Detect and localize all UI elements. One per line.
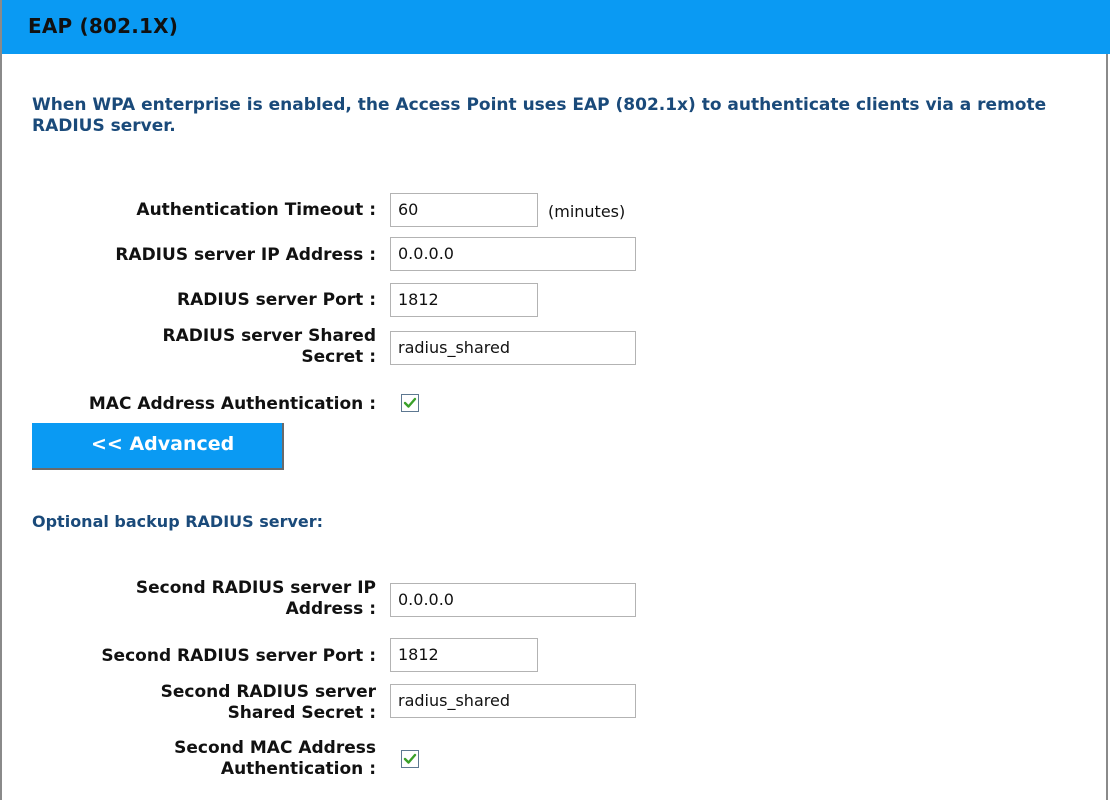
eap-panel: EAP (802.1X) When WPA enterprise is enab… bbox=[0, 0, 1110, 800]
auth-timeout-label: Authentication Timeout : bbox=[136, 200, 376, 220]
second-mac-auth-label-wrap: Second MAC Address Authentication : bbox=[2, 738, 376, 782]
second-radius-port-label-wrap: Second RADIUS server Port : bbox=[2, 644, 376, 668]
mac-auth-checkbox[interactable] bbox=[401, 394, 419, 412]
radius-port-label-wrap: RADIUS server Port : bbox=[2, 288, 376, 312]
second-radius-ip-input[interactable]: 0.0.0.0 bbox=[390, 583, 636, 617]
second-radius-secret-label-wrap: Second RADIUS server Shared Secret : bbox=[2, 682, 376, 726]
radius-secret-input[interactable]: radius_shared bbox=[390, 331, 636, 365]
advanced-button[interactable]: << Advanced bbox=[32, 423, 284, 470]
second-radius-ip-label-wrap: Second RADIUS server IP Address : bbox=[2, 578, 376, 622]
radius-secret-label-wrap: RADIUS server Shared Secret : bbox=[2, 326, 377, 370]
second-radius-secret-label-line2: Shared Secret : bbox=[227, 703, 376, 723]
auth-timeout-label-wrap: Authentication Timeout : bbox=[2, 198, 376, 222]
radius-port-label: RADIUS server Port : bbox=[177, 290, 376, 310]
check-icon bbox=[403, 397, 417, 408]
second-radius-port-label: Second RADIUS server Port : bbox=[101, 646, 376, 666]
second-mac-auth-label-line1: Second MAC Address bbox=[174, 738, 376, 758]
section-title: EAP (802.1X) bbox=[28, 14, 179, 38]
second-radius-secret-input[interactable]: radius_shared bbox=[390, 684, 636, 718]
second-radius-port-input[interactable]: 1812 bbox=[390, 638, 538, 672]
mac-auth-label-wrap: MAC Address Authentication : bbox=[2, 392, 376, 416]
second-radius-secret-label-line1: Second RADIUS server bbox=[160, 682, 376, 702]
advanced-button-label: << Advanced bbox=[91, 433, 235, 455]
check-icon bbox=[403, 753, 417, 764]
auth-timeout-unit: (minutes) bbox=[548, 202, 626, 221]
radius-secret-label-line1: RADIUS server Shared bbox=[162, 326, 377, 346]
radius-ip-input[interactable]: 0.0.0.0 bbox=[390, 237, 636, 271]
backup-section-title: Optional backup RADIUS server: bbox=[32, 512, 324, 531]
second-radius-ip-label-line1: Second RADIUS server IP bbox=[135, 578, 376, 598]
intro-description: When WPA enterprise is enabled, the Acce… bbox=[32, 95, 1047, 136]
second-mac-auth-label-line2: Authentication : bbox=[220, 759, 376, 779]
auth-timeout-input[interactable]: 60 bbox=[390, 193, 538, 227]
radius-ip-label-wrap: RADIUS server IP Address : bbox=[2, 243, 376, 267]
second-mac-auth-checkbox[interactable] bbox=[401, 750, 419, 768]
radius-port-input[interactable]: 1812 bbox=[390, 283, 538, 317]
second-radius-ip-label-line2: Address : bbox=[285, 599, 376, 619]
mac-auth-label: MAC Address Authentication : bbox=[88, 394, 376, 414]
section-header: EAP (802.1X) bbox=[2, 0, 1110, 54]
radius-ip-label: RADIUS server IP Address : bbox=[115, 245, 376, 265]
radius-secret-label-line2: Secret : bbox=[301, 347, 376, 367]
